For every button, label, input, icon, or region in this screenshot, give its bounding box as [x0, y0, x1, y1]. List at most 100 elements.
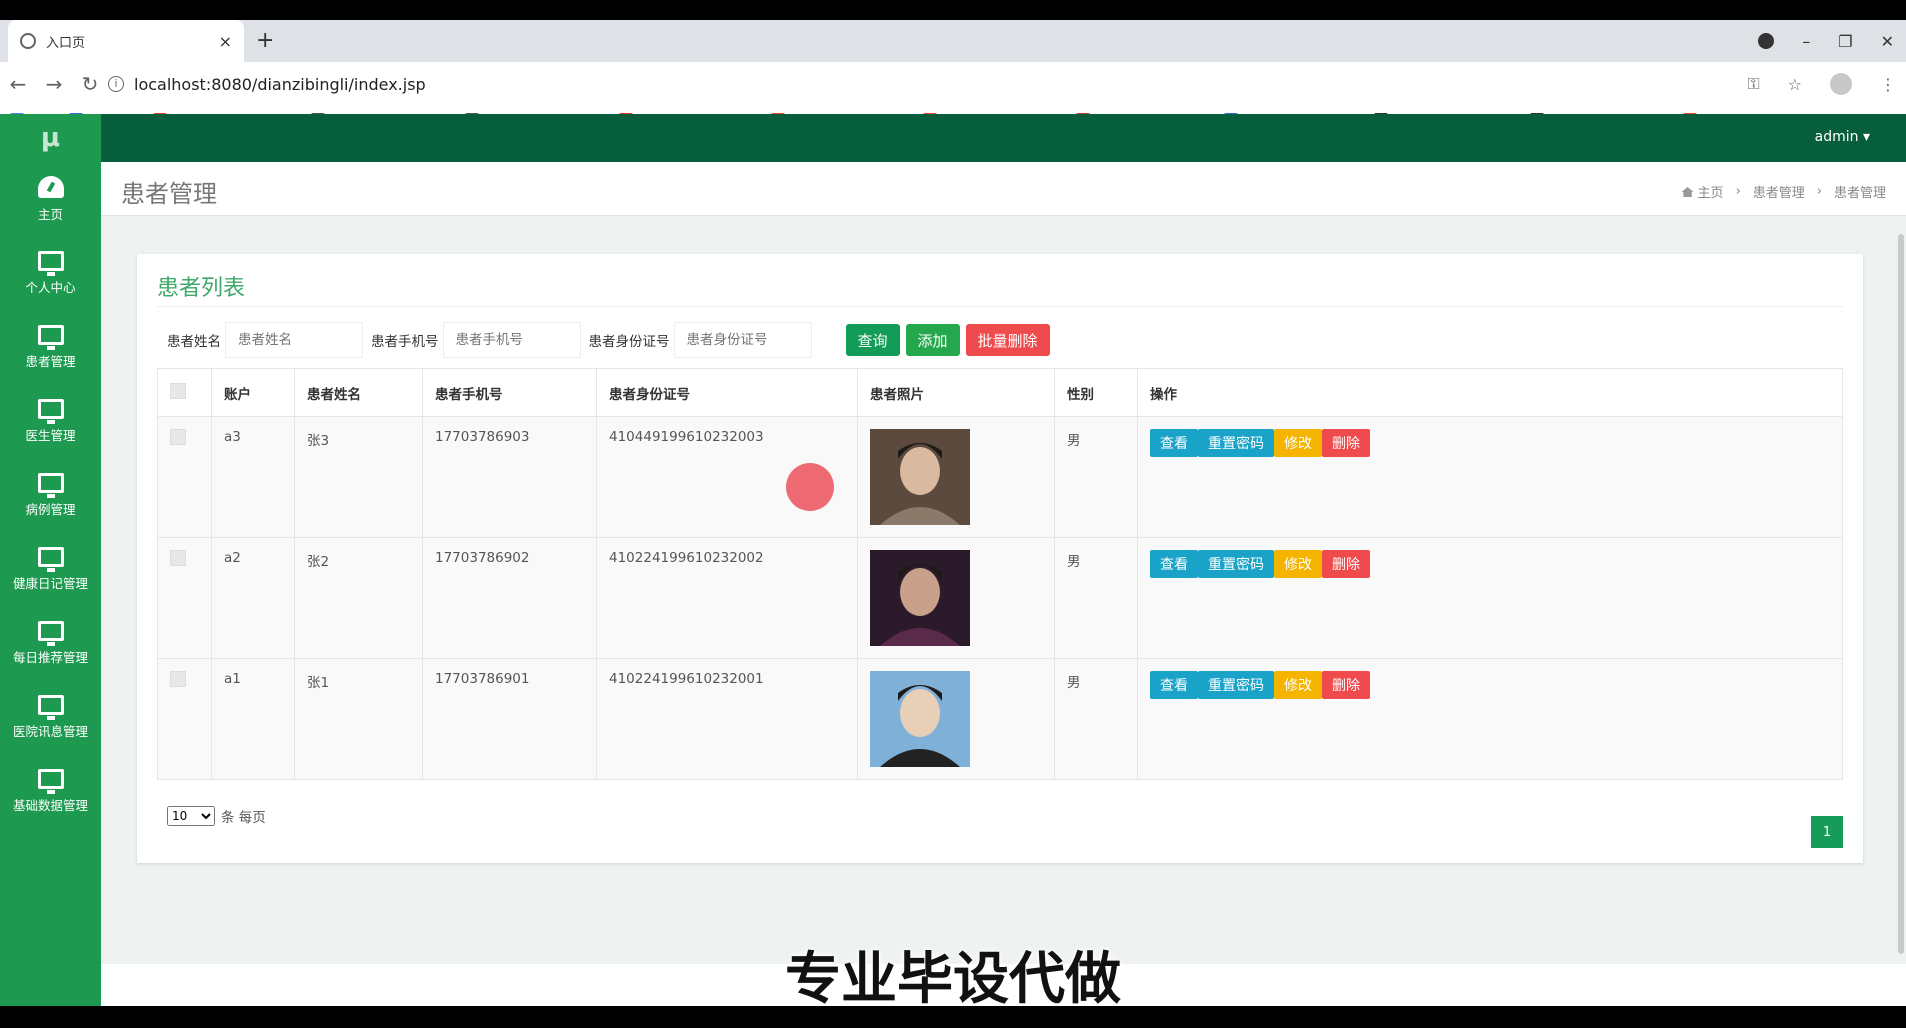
select-all-cell	[157, 368, 212, 417]
browser-tab[interactable]: 入口页 ×	[8, 20, 244, 62]
account-cell: a2	[211, 537, 295, 659]
delete-button[interactable]: 删除	[1322, 671, 1370, 699]
menu-icon[interactable]: ⋮	[1880, 75, 1896, 94]
sidebar-item[interactable]: 基础数据管理	[0, 754, 101, 828]
phone-cell: 17703786901	[422, 658, 597, 780]
patient-idcard-input[interactable]	[673, 322, 812, 358]
table-header-row: 账户 患者姓名 患者手机号 患者身份证号 患者照片 性别 操作	[157, 368, 1843, 417]
actions-cell: 查看 重置密码 修改 删除	[1137, 537, 1843, 659]
table-row: a2 张2 17703786902 410224199610232002 男查看 重置密码…	[157, 537, 1843, 659]
row-checkbox[interactable]	[170, 550, 186, 566]
key-icon[interactable]: ⚿	[1747, 74, 1759, 94]
user-menu[interactable]: admin ▾	[1815, 129, 1870, 145]
browser-actions: ⚿ ☆ ⋮	[1747, 62, 1896, 106]
reset-password-button[interactable]: 重置密码	[1198, 550, 1274, 578]
sidebar-item[interactable]: 个人中心	[0, 236, 101, 310]
patient-phone-input[interactable]	[442, 322, 581, 358]
sidebar-item[interactable]: 每日推荐管理	[0, 606, 101, 680]
star-icon[interactable]: ☆	[1788, 75, 1802, 94]
sidebar-item-label: 每日推荐管理	[12, 649, 88, 665]
row-actions: 查看 重置密码 修改 删除	[1150, 671, 1830, 699]
filter-label-name: 患者姓名	[167, 334, 221, 350]
home-icon	[1681, 187, 1694, 197]
row-checkbox[interactable]	[170, 671, 186, 687]
delete-button[interactable]: 删除	[1322, 550, 1370, 578]
reload-icon[interactable]: ↻	[72, 72, 108, 96]
monitor-icon	[37, 694, 64, 720]
reset-password-button[interactable]: 重置密码	[1198, 671, 1274, 699]
select-all-checkbox[interactable]	[170, 382, 186, 399]
address-bar[interactable]: i localhost:8080/dianzibingli/index.jsp	[108, 68, 1758, 100]
dashboard-icon	[37, 175, 64, 198]
photo-cell	[857, 416, 1055, 538]
edit-button[interactable]: 修改	[1274, 550, 1322, 578]
breadcrumb-home[interactable]: 主页	[1681, 182, 1724, 201]
breadcrumb-current: 患者管理	[1833, 186, 1886, 201]
batch-delete-button[interactable]: 批量删除	[965, 324, 1050, 356]
new-tab-button[interactable]: +	[256, 28, 274, 53]
sidebar-item-label: 健康日记管理	[12, 575, 88, 591]
col-idcard: 患者身份证号	[596, 368, 858, 417]
col-account: 账户	[211, 368, 295, 417]
app-root: μ 主页 个人中心 患者管理 医生管理 病例管理 健康日记管理 每日推荐管理 医院讯息管理 基础…	[0, 114, 1906, 1006]
topbar: admin ▾	[101, 114, 1906, 162]
monitor-icon	[37, 472, 64, 498]
row-checkbox[interactable]	[170, 429, 186, 445]
sidebar-item[interactable]: 患者管理	[0, 310, 101, 384]
monitor-icon	[37, 620, 64, 646]
col-phone: 患者手机号	[422, 368, 597, 417]
tab-strip: 入口页 × +	[0, 20, 1906, 62]
sidebar-item-label: 患者管理	[25, 353, 76, 369]
photo-cell	[857, 658, 1055, 780]
monitor-icon	[37, 768, 64, 794]
page-title: 患者管理	[121, 180, 217, 208]
close-window-icon[interactable]: ✕	[1881, 32, 1894, 51]
page-size-select[interactable]: 10	[167, 806, 215, 826]
monitor-icon	[37, 546, 64, 572]
account-avatar[interactable]	[1830, 73, 1852, 95]
view-button[interactable]: 查看	[1150, 429, 1198, 457]
sidebar-item[interactable]: 医院讯息管理	[0, 680, 101, 754]
window-bottom-bar	[0, 1006, 1906, 1028]
forward-icon[interactable]: →	[36, 72, 72, 96]
tab-title: 入口页	[46, 35, 86, 51]
monitor-icon	[37, 324, 64, 350]
pagination-page-1[interactable]: 1	[1811, 816, 1843, 848]
delete-button[interactable]: 删除	[1322, 429, 1370, 457]
row-actions: 查看 重置密码 修改 删除	[1150, 429, 1830, 457]
minimize-icon[interactable]: –	[1802, 32, 1810, 51]
idcard-cell: 410224199610232002	[596, 537, 858, 659]
info-icon[interactable]: i	[108, 76, 124, 92]
globe-icon	[20, 33, 36, 49]
query-button[interactable]: 查询	[845, 324, 900, 356]
divider	[157, 306, 1843, 307]
filter-label-idcard: 患者身份证号	[588, 334, 670, 350]
breadcrumb-item[interactable]: 患者管理	[1753, 182, 1805, 201]
sidebar-item-label: 病例管理	[25, 501, 76, 517]
add-button[interactable]: 添加	[905, 324, 960, 356]
breadcrumb-separator: ›	[1816, 184, 1822, 199]
sidebar-item[interactable]: 健康日记管理	[0, 532, 101, 606]
patient-photo	[870, 429, 970, 525]
monitor-icon	[37, 398, 64, 424]
row-select-cell	[157, 658, 212, 780]
scrollbar[interactable]	[1898, 234, 1904, 954]
sidebar-item[interactable]: 病例管理	[0, 458, 101, 532]
edit-button[interactable]: 修改	[1274, 429, 1322, 457]
edit-button[interactable]: 修改	[1274, 671, 1322, 699]
sidebar-item[interactable]: 主页	[0, 162, 101, 236]
patient-name-input[interactable]	[225, 322, 363, 358]
reset-password-button[interactable]: 重置密码	[1198, 429, 1274, 457]
row-actions: 查看 重置密码 修改 删除	[1150, 550, 1830, 578]
patient-photo	[870, 550, 970, 646]
profile-dot-icon[interactable]	[1758, 33, 1775, 49]
back-icon[interactable]: ←	[0, 72, 36, 96]
per-page-label: 条 每页	[221, 810, 266, 826]
window-top-bar	[0, 0, 1906, 20]
phone-cell: 17703786903	[422, 416, 597, 538]
restore-icon[interactable]: ❐	[1838, 32, 1852, 51]
view-button[interactable]: 查看	[1150, 550, 1198, 578]
view-button[interactable]: 查看	[1150, 671, 1198, 699]
sidebar-item[interactable]: 医生管理	[0, 384, 101, 458]
close-tab-icon[interactable]: ×	[219, 32, 232, 51]
